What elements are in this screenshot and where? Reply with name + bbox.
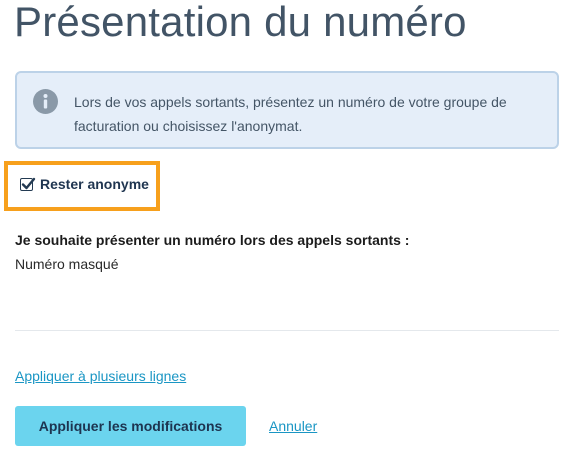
info-circle-icon [33, 89, 58, 114]
apply-changes-button[interactable]: Appliquer les modifications [15, 406, 246, 446]
page-title: Présentation du numéro [14, 0, 467, 45]
cancel-link[interactable]: Annuler [269, 418, 317, 434]
info-message-text: Lors de vos appels sortants, présentez u… [74, 94, 507, 134]
divider [15, 330, 559, 331]
check-icon [21, 177, 36, 190]
presentation-value: Numéro masqué [15, 256, 119, 272]
anonymous-checkbox[interactable] [20, 177, 36, 191]
anonymous-checkbox-label[interactable]: Rester anonyme [40, 176, 149, 192]
apply-multiple-lines-link[interactable]: Appliquer à plusieurs lignes [15, 368, 186, 384]
info-message-box: Lors de vos appels sortants, présentez u… [15, 71, 559, 149]
presentation-label: Je souhaite présenter un numéro lors des… [15, 232, 410, 248]
anonymous-option-highlight: Rester anonyme [4, 161, 160, 211]
